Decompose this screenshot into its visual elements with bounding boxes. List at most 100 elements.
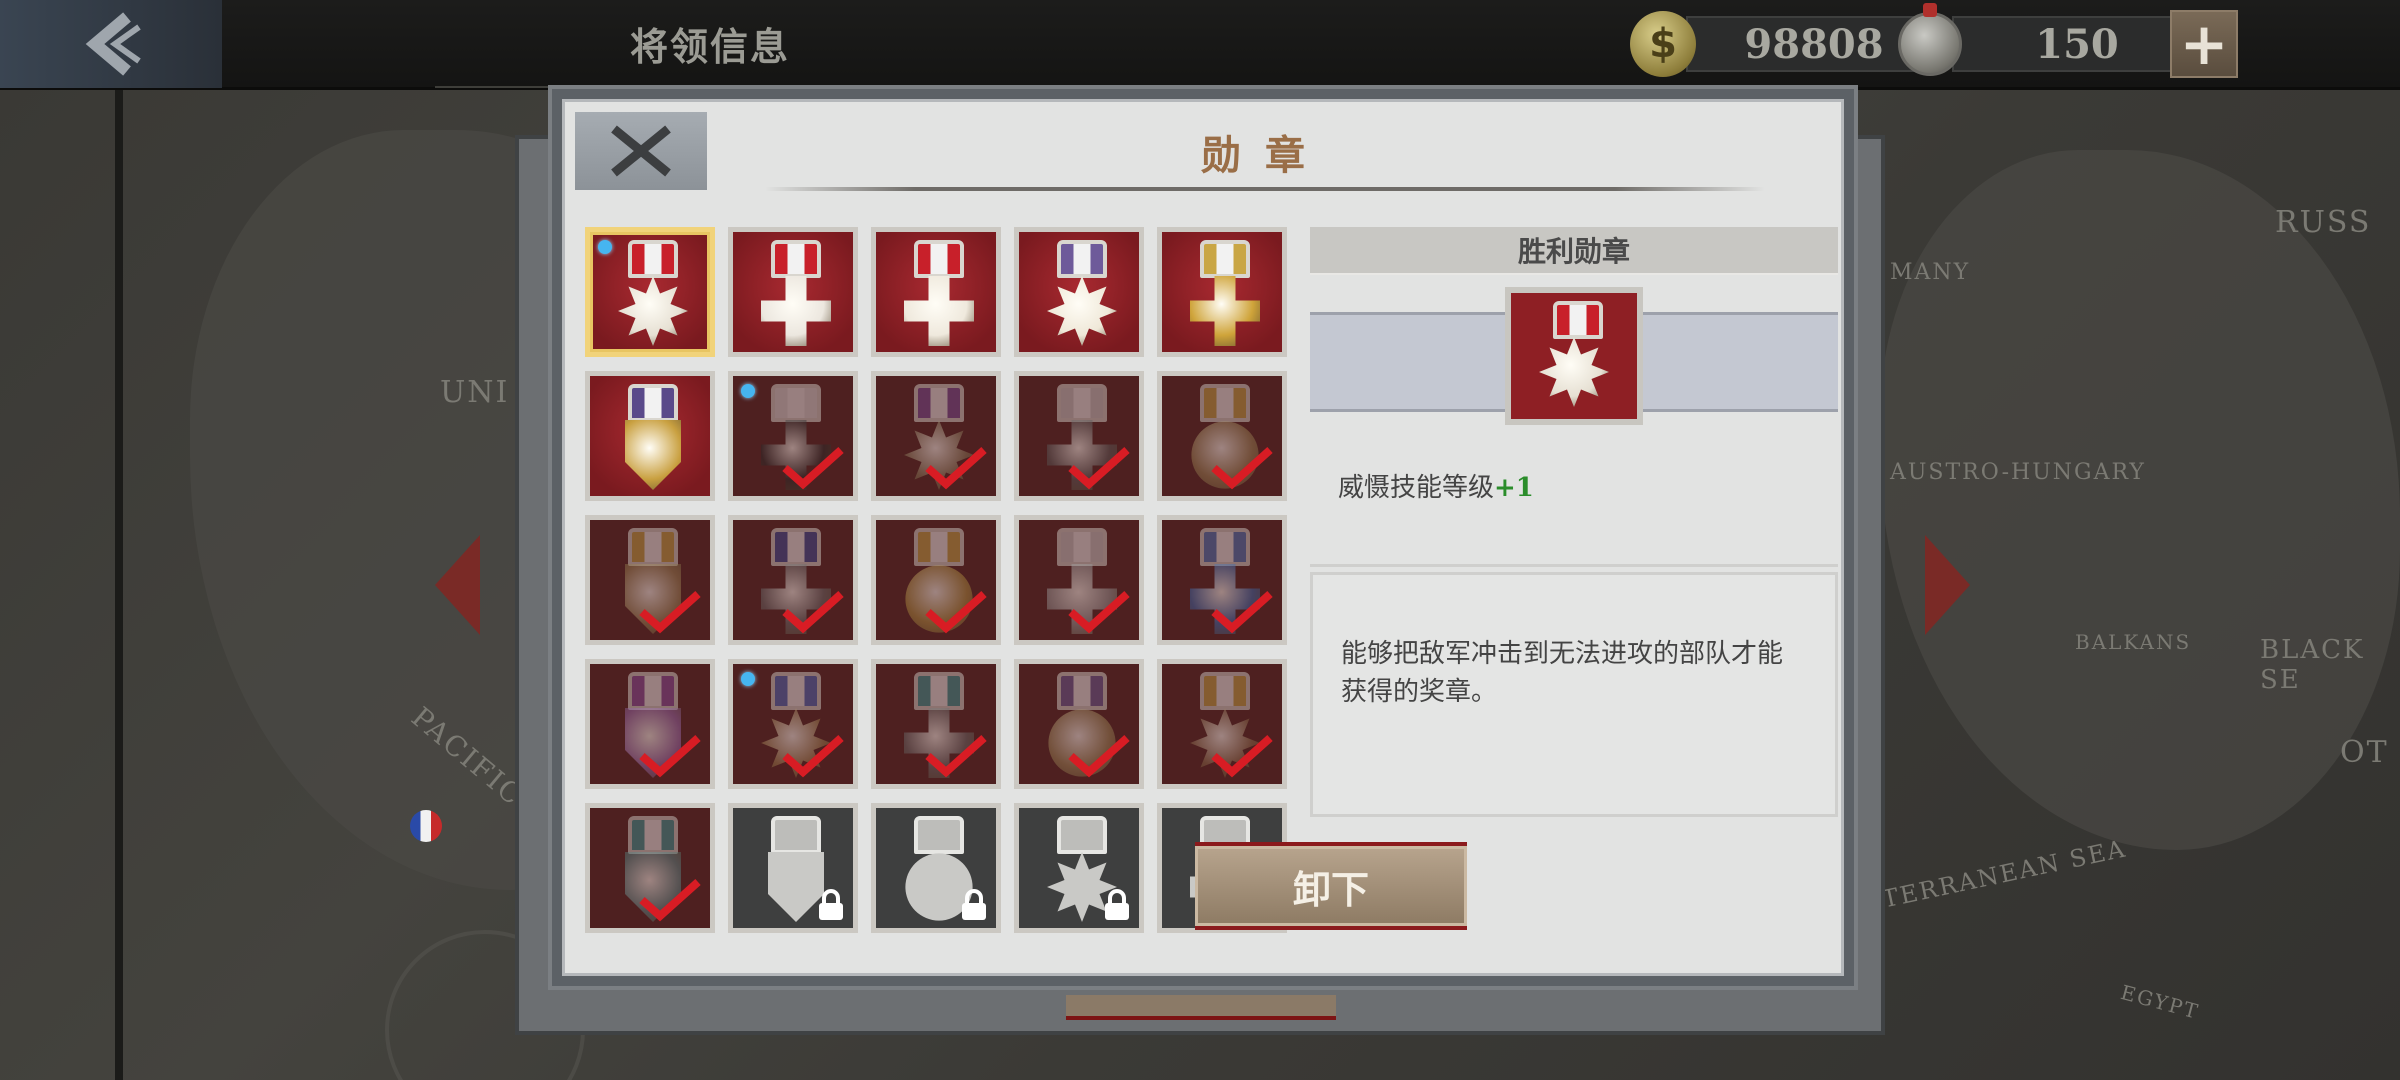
medal-slot[interactable] xyxy=(585,227,715,357)
map-border-line xyxy=(115,90,123,1080)
medal-slot[interactable] xyxy=(871,371,1001,501)
medal-emblem xyxy=(1186,272,1264,350)
checkmark-stroke xyxy=(639,591,701,634)
top-bar: 将领信息 $ 98808 150 + xyxy=(0,0,2400,90)
checkmark-stroke xyxy=(1211,591,1273,634)
map-label-uni: UNI xyxy=(440,375,510,410)
medal-cross-icon xyxy=(904,276,974,346)
selected-medal-icon xyxy=(1505,287,1643,425)
close-button[interactable] xyxy=(575,112,707,190)
effect-bonus: +1 xyxy=(1494,473,1534,503)
medal-slot[interactable] xyxy=(1014,515,1144,645)
medal-slot[interactable] xyxy=(871,227,1001,357)
lock-body xyxy=(962,903,986,920)
map-label-black-sea: BLACK SE xyxy=(2260,635,2365,695)
medal-grid xyxy=(585,227,1305,947)
medal-emblem xyxy=(1043,272,1121,350)
checkmark-icon xyxy=(925,591,987,634)
medal-shield-icon xyxy=(625,420,681,490)
medal-slot[interactable] xyxy=(871,659,1001,789)
dialog-title: 勋章 xyxy=(1201,132,1329,179)
map-label-egypt: EGYPT xyxy=(2118,980,2202,1024)
map-label-mediterranean: TERRANEAN SEA xyxy=(1879,834,2129,914)
map-label-russ: RUSS xyxy=(2275,205,2372,240)
medal-slot[interactable] xyxy=(871,803,1001,933)
title-divider xyxy=(765,187,1765,191)
checkmark-stroke xyxy=(1068,735,1130,778)
unequip-button[interactable]: 卸下 xyxy=(1195,842,1467,930)
medal-slot[interactable] xyxy=(585,803,715,933)
medal-slot[interactable] xyxy=(585,515,715,645)
checkmark-stroke xyxy=(925,735,987,778)
medal-name: 胜利勋章 xyxy=(1310,227,1838,275)
checkmark-stroke xyxy=(925,591,987,634)
france-flag-marker[interactable] xyxy=(410,810,442,842)
medal-slot[interactable] xyxy=(728,371,858,501)
medal-slot[interactable] xyxy=(585,371,715,501)
medal-slot[interactable] xyxy=(728,659,858,789)
medal-slot[interactable] xyxy=(1157,659,1287,789)
add-currency-button[interactable]: + xyxy=(2170,10,2238,78)
checkmark-stroke xyxy=(1068,591,1130,634)
map-label-austro-hungary: AUSTRO-HUNGARY xyxy=(1890,460,2146,485)
checkmark-stroke xyxy=(639,879,701,922)
medal-slot[interactable] xyxy=(1014,803,1144,933)
checkmark-icon xyxy=(639,591,701,634)
medal-amount: 150 xyxy=(1952,16,2202,72)
checkmark-icon xyxy=(1211,591,1273,634)
checkmark-icon xyxy=(782,447,844,490)
medal-emblem xyxy=(614,416,692,494)
lock-shackle xyxy=(965,889,983,903)
lock-icon xyxy=(962,889,986,920)
medal-slot[interactable] xyxy=(1014,371,1144,501)
page-title: 将领信息 xyxy=(435,0,985,88)
checkmark-stroke xyxy=(782,591,844,634)
checkmark-icon xyxy=(639,735,701,778)
medal-slot[interactable] xyxy=(728,515,858,645)
medal-slot[interactable] xyxy=(871,515,1001,645)
gold-currency: $ 98808 xyxy=(1630,11,1942,77)
map-label-balkans: BALKANS xyxy=(2075,630,2192,654)
close-x-icon xyxy=(611,125,671,177)
new-indicator-dot xyxy=(741,672,755,686)
medal-currency: 150 xyxy=(1898,3,2202,76)
medal-slot[interactable] xyxy=(1014,227,1144,357)
medal-dialog-body: 勋章 胜利勋章 威慑技能等级+1 能够把敌军冲击到无法进攻的部队才能获得的奖章。… xyxy=(562,99,1844,976)
back-button[interactable] xyxy=(0,0,222,88)
medal-description: 能够把敌军冲击到无法进攻的部队才能获得的奖章。 xyxy=(1310,572,1838,817)
lock-icon xyxy=(819,889,843,920)
checkmark-icon xyxy=(925,447,987,490)
medal-sun-icon xyxy=(1047,276,1117,346)
medal-slot[interactable] xyxy=(728,803,858,933)
checkmark-icon xyxy=(925,735,987,778)
new-indicator-dot xyxy=(598,240,612,254)
medal-emblem xyxy=(614,272,692,350)
medal-emblem xyxy=(1535,333,1613,411)
lock-body xyxy=(819,903,843,920)
medal-emblem xyxy=(757,272,835,350)
checkmark-stroke xyxy=(1211,447,1273,490)
medal-sun-icon xyxy=(618,276,688,346)
checkmark-icon xyxy=(1068,735,1130,778)
checkmark-icon xyxy=(1211,447,1273,490)
medal-slot[interactable] xyxy=(1157,227,1287,357)
checkmark-stroke xyxy=(639,735,701,778)
medal-slot[interactable] xyxy=(1157,371,1287,501)
map-label-ot: OT xyxy=(2340,735,2389,770)
map-next-arrow[interactable] xyxy=(1925,535,1970,635)
checkmark-icon xyxy=(1068,447,1130,490)
medal-slot[interactable] xyxy=(728,227,858,357)
medal-sun-icon xyxy=(1539,337,1609,407)
checkmark-icon xyxy=(782,735,844,778)
checkmark-stroke xyxy=(782,735,844,778)
medal-slot[interactable] xyxy=(1157,515,1287,645)
map-prev-arrow[interactable] xyxy=(435,535,480,635)
checkmark-stroke xyxy=(925,447,987,490)
modal-under-tab xyxy=(1066,995,1336,1020)
effect-label: 威慑技能等级 xyxy=(1338,473,1495,503)
medal-slot[interactable] xyxy=(1014,659,1144,789)
checkmark-stroke xyxy=(1211,735,1273,778)
medal-slot[interactable] xyxy=(585,659,715,789)
checkmark-icon xyxy=(639,879,701,922)
map-label-many: MANY xyxy=(1890,260,1971,285)
